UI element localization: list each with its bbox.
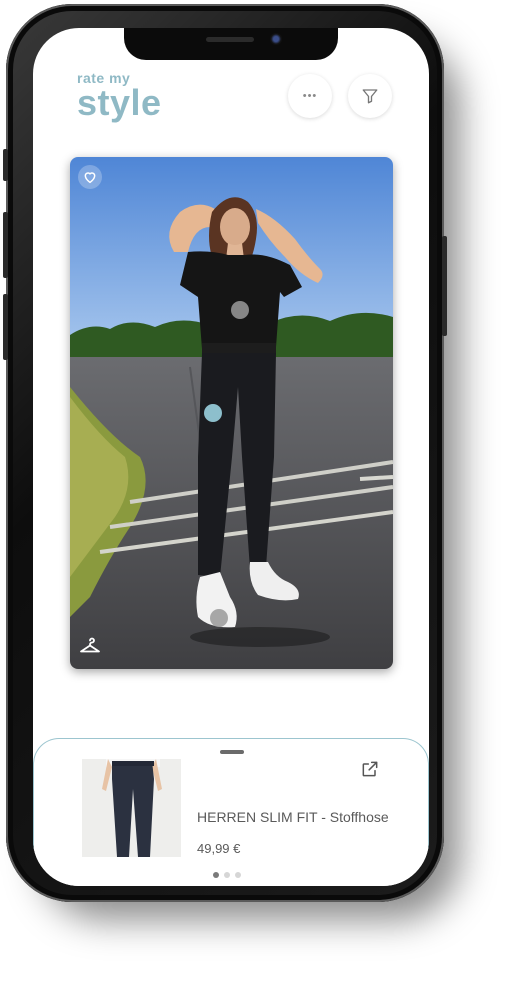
wardrobe-button[interactable] xyxy=(78,635,102,659)
mute-switch xyxy=(3,149,8,181)
power-button xyxy=(442,236,447,336)
pagination-dot-2[interactable] xyxy=(224,872,230,878)
filter-button[interactable] xyxy=(348,74,392,118)
logo-big-text: style xyxy=(77,82,162,123)
phone-frame: rate my style ••• HERREN SLIM FIT - Stof… xyxy=(3,4,447,902)
hotspot-shoes[interactable] xyxy=(210,609,228,627)
sheet-drag-handle[interactable] xyxy=(220,750,244,754)
product-sheet[interactable]: HERREN SLIM FIT - Stoffhose 49,99 € xyxy=(33,738,429,886)
app-screen: rate my style ••• HERREN SLIM FIT - Stof… xyxy=(33,28,429,886)
more-horizontal-icon: ••• xyxy=(302,90,318,102)
product-image[interactable] xyxy=(82,759,181,857)
notch xyxy=(124,28,338,60)
front-camera xyxy=(270,33,282,45)
hanger-icon xyxy=(80,637,100,653)
hotspot-top[interactable] xyxy=(231,301,249,319)
product-image-graphic xyxy=(102,759,162,857)
more-options-button[interactable]: ••• xyxy=(288,74,332,118)
pagination-dot-1[interactable] xyxy=(213,872,219,878)
volume-up-button xyxy=(3,212,8,278)
hotspot-pants[interactable] xyxy=(204,404,222,422)
filter-funnel-icon xyxy=(362,89,378,104)
outfit-photo-image xyxy=(70,157,393,669)
product-price: 49,99 € xyxy=(197,841,241,856)
product-title[interactable]: HERREN SLIM FIT - Stoffhose xyxy=(197,809,389,825)
pagination-dots[interactable] xyxy=(213,872,241,878)
pagination-dot-3[interactable] xyxy=(235,872,241,878)
app-logo: rate my style xyxy=(77,70,162,123)
external-link-icon[interactable] xyxy=(360,759,380,779)
volume-down-button xyxy=(3,294,8,360)
earpiece-speaker xyxy=(206,37,254,42)
outfit-photo[interactable] xyxy=(70,157,393,669)
heart-icon xyxy=(84,172,96,184)
favorite-button[interactable] xyxy=(78,165,102,189)
